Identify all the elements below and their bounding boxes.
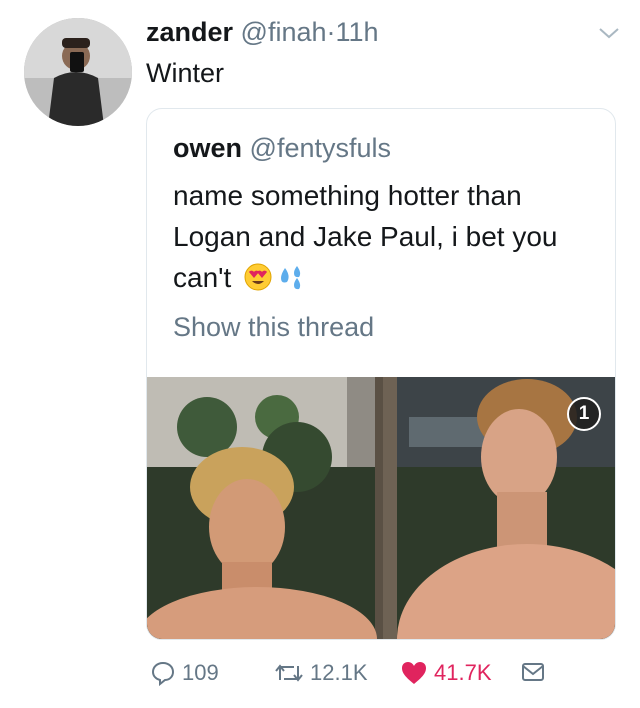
- quoted-tweet-text: name something hotter than Logan and Jak…: [173, 175, 589, 303]
- quoted-author-display-name[interactable]: owen: [173, 133, 242, 163]
- tweet-photo[interactable]: 1: [147, 377, 615, 639]
- separator-dot: ·: [326, 17, 336, 47]
- like-count: 41.7K: [434, 660, 492, 685]
- sweat-droplets-emoji-icon: [277, 262, 307, 303]
- tweet-author-line: zander @finah·11h: [146, 14, 379, 50]
- avatar-photo: [24, 18, 132, 126]
- reply-count: 109: [182, 660, 219, 685]
- reply-icon: [151, 661, 175, 686]
- tweet-action-bar: 109 12.1K 41.7K: [146, 660, 616, 696]
- heart-eyes-emoji-icon: [243, 262, 273, 303]
- like-button[interactable]: 41.7K: [400, 660, 492, 686]
- retweet-icon: [275, 664, 303, 682]
- photo-count-badge: 1: [567, 397, 601, 431]
- quoted-author-handle[interactable]: @fentysfuls: [250, 133, 391, 163]
- reply-button[interactable]: 109: [150, 660, 219, 686]
- quoted-author-line: owen @fentysfuls: [173, 131, 589, 165]
- direct-message-button[interactable]: [520, 660, 546, 684]
- tweet-timestamp[interactable]: 11h: [336, 17, 379, 47]
- show-thread-link[interactable]: Show this thread: [173, 307, 589, 347]
- envelope-icon: [522, 663, 544, 681]
- heart-icon: [402, 662, 426, 684]
- tweet-text: Winter: [146, 58, 225, 88]
- photo-image: [147, 377, 615, 639]
- author-handle[interactable]: @finah: [241, 17, 327, 47]
- retweet-button[interactable]: 12.1K: [274, 660, 368, 686]
- retweet-count: 12.1K: [310, 660, 368, 685]
- chevron-down-icon[interactable]: [596, 24, 622, 42]
- tweet-header: zander @finah·11h Winter: [146, 14, 379, 90]
- author-display-name[interactable]: zander: [146, 17, 233, 47]
- user-avatar[interactable]: [24, 18, 132, 126]
- quoted-tweet-card[interactable]: owen @fentysfuls name something hotter t…: [146, 108, 616, 640]
- quoted-tweet-body: name something hotter than Logan and Jak…: [173, 180, 558, 293]
